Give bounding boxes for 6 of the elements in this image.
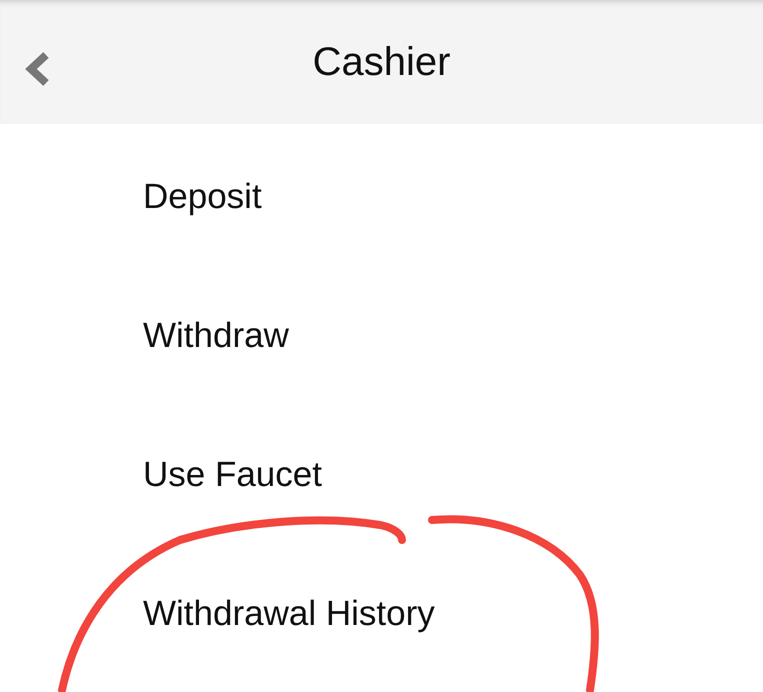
- back-icon[interactable]: [24, 52, 50, 86]
- menu-item[interactable]: Withdraw: [143, 312, 289, 360]
- menu-item[interactable]: Use Faucet: [143, 451, 322, 499]
- screen-title: Cashier: [312, 40, 450, 84]
- menu-item[interactable]: Withdrawal History: [143, 590, 435, 638]
- menu-item[interactable]: Deposit: [143, 173, 262, 221]
